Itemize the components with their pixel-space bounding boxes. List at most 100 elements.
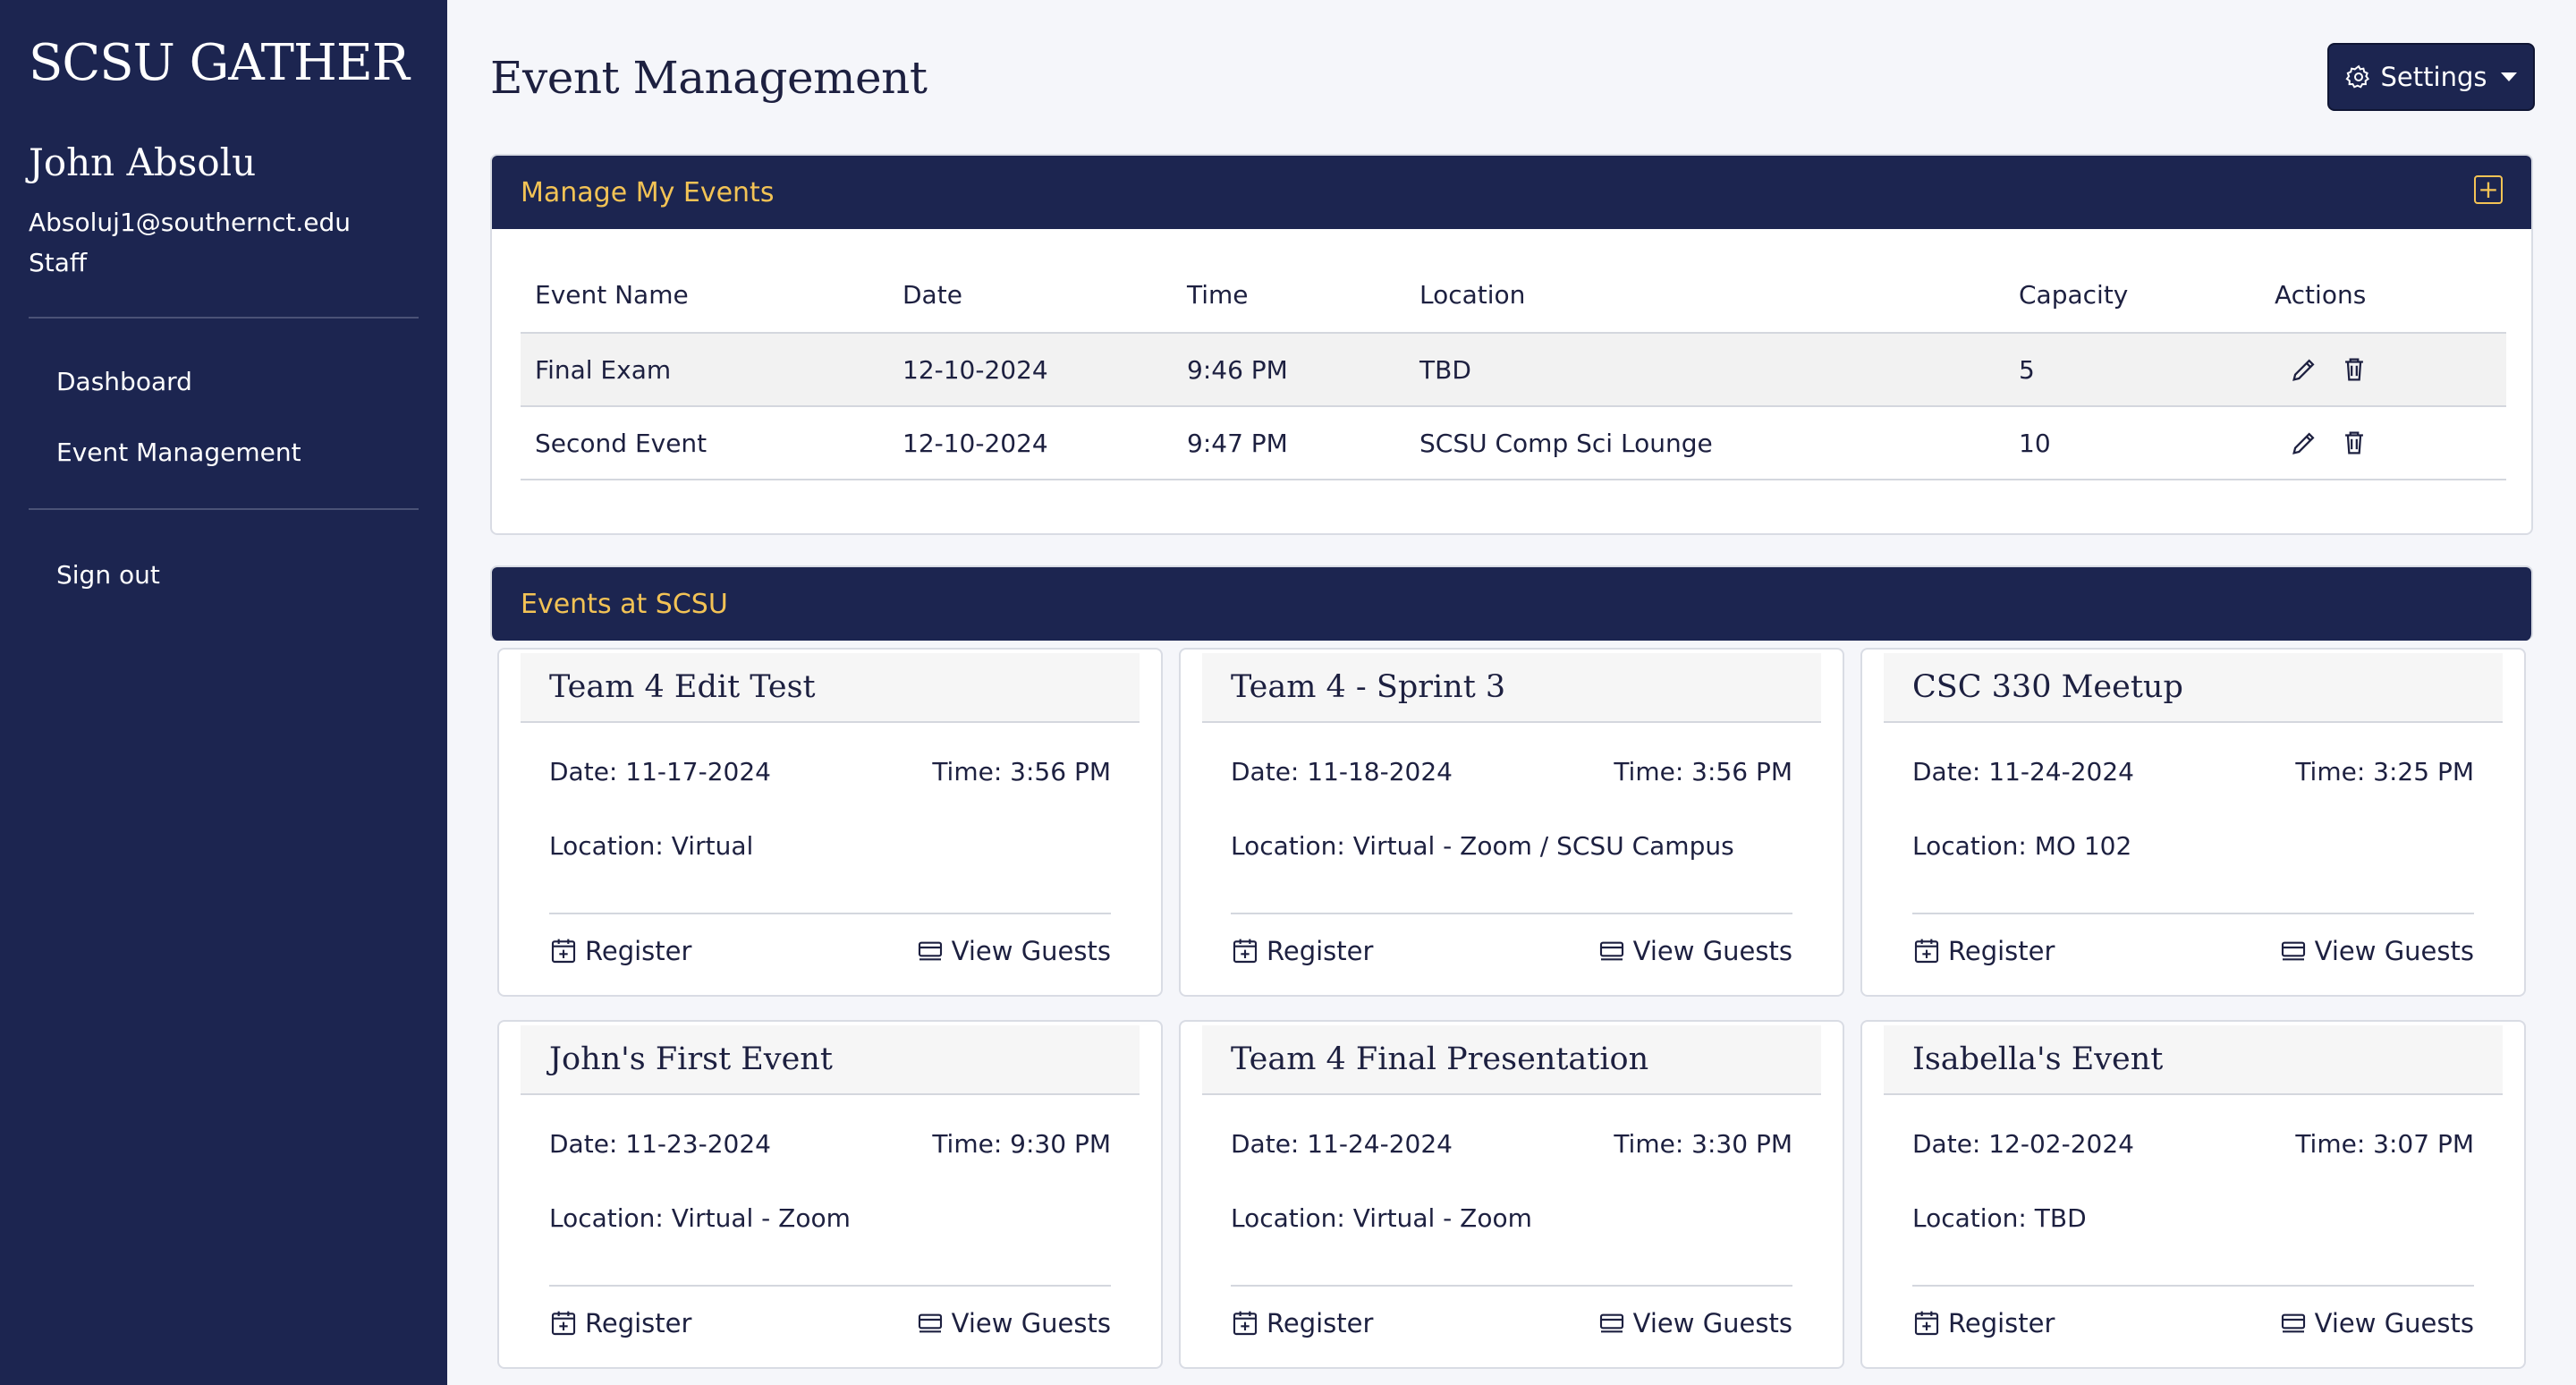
view-guests-label: View Guests [951, 1308, 1111, 1338]
events-at-scsu-panel: Events at SCSU [490, 565, 2533, 641]
main-content: Event Management Settings Manage My Even… [490, 0, 2535, 1369]
event-card-date: Date: 11-17-2024 [549, 757, 771, 786]
event-card: Team 4 - Sprint 3 Date: 11-18-2024 Time:… [1179, 648, 1844, 997]
cell-event-name: Final Exam [521, 333, 888, 407]
calendar-plus-icon [1233, 939, 1258, 964]
guest-list-icon [2281, 1313, 2305, 1333]
register-label: Register [585, 1308, 692, 1338]
event-card-title: Team 4 Final Presentation [1202, 1025, 1821, 1095]
column-header-date: Date [888, 258, 1173, 334]
event-card-title: Team 4 - Sprint 3 [1202, 653, 1821, 723]
settings-button[interactable]: Settings [2327, 43, 2535, 111]
pencil-icon[interactable] [2289, 428, 2319, 458]
view-guests-button[interactable]: View Guests [2279, 1308, 2474, 1338]
calendar-plus-icon [1233, 1311, 1258, 1336]
event-card-time: Time: 3:07 PM [2295, 1129, 2474, 1159]
sidebar: SCSU GATHER John Absolu Absoluj1@souther… [0, 0, 447, 1385]
guest-list-icon [918, 1313, 942, 1333]
sign-out-link[interactable]: Sign out [29, 560, 419, 590]
register-label: Register [1267, 936, 1374, 966]
sidebar-nav: Dashboard Event Management [29, 367, 419, 467]
event-card-location: Location: Virtual - Zoom [549, 1203, 851, 1233]
gear-icon [2344, 64, 2369, 89]
cell-actions [2260, 406, 2506, 480]
sidebar-divider [29, 508, 419, 510]
event-card: Team 4 Final Presentation Date: 11-24-20… [1179, 1020, 1844, 1369]
view-guests-button[interactable]: View Guests [2279, 936, 2474, 966]
register-button[interactable]: Register [549, 1308, 691, 1338]
cell-time: 9:46 PM [1173, 333, 1405, 407]
table-row: Final Exam 12-10-2024 9:46 PM TBD 5 [521, 333, 2506, 407]
page-title: Event Management [490, 52, 928, 104]
column-header-actions: Actions [2260, 258, 2506, 334]
event-card-time: Time: 3:25 PM [2295, 757, 2474, 786]
guest-list-icon [1599, 941, 1623, 961]
event-card-date: Date: 12-02-2024 [1912, 1129, 2134, 1159]
view-guests-label: View Guests [2314, 1308, 2474, 1338]
column-header-location: Location [1405, 258, 2004, 334]
event-card-time: Time: 3:56 PM [932, 757, 1111, 786]
event-card-location: Location: Virtual [549, 831, 754, 861]
register-label: Register [1948, 936, 2055, 966]
user-email: Absoluj1@southernct.edu [29, 208, 351, 237]
sidebar-item-dashboard[interactable]: Dashboard [56, 367, 419, 396]
view-guests-button[interactable]: View Guests [1597, 936, 1792, 966]
register-button[interactable]: Register [549, 936, 691, 966]
event-card: John's First Event Date: 11-23-2024 Time… [497, 1020, 1163, 1369]
event-card-location: Location: Virtual - Zoom [1231, 1203, 1532, 1233]
view-guests-button[interactable]: View Guests [1597, 1308, 1792, 1338]
column-header-time: Time [1173, 258, 1405, 334]
view-guests-button[interactable]: View Guests [916, 1308, 1111, 1338]
event-card-location: Location: TBD [1912, 1203, 2087, 1233]
cell-capacity: 5 [2004, 333, 2260, 407]
user-role: Staff [29, 248, 88, 277]
manage-events-panel: Manage My Events + Event Name Date Time … [490, 154, 2533, 535]
guest-list-icon [1599, 1313, 1623, 1333]
event-card-title: Team 4 Edit Test [521, 653, 1140, 723]
guest-list-icon [2281, 941, 2305, 961]
view-guests-button[interactable]: View Guests [916, 936, 1111, 966]
register-label: Register [585, 936, 692, 966]
event-card-date: Date: 11-24-2024 [1912, 757, 2134, 786]
sidebar-divider [29, 317, 419, 319]
add-event-icon[interactable]: + [2474, 175, 2503, 204]
pencil-icon[interactable] [2289, 354, 2319, 385]
manage-events-header: Manage My Events + [492, 156, 2531, 229]
event-card-time: Time: 9:30 PM [932, 1129, 1111, 1159]
event-card-location: Location: Virtual - Zoom / SCSU Campus [1231, 831, 1734, 861]
view-guests-label: View Guests [1632, 936, 1792, 966]
sidebar-item-event-management[interactable]: Event Management [56, 438, 419, 467]
event-card-time: Time: 3:56 PM [1614, 757, 1792, 786]
register-label: Register [1948, 1308, 2055, 1338]
event-card-location: Location: MO 102 [1912, 831, 2132, 861]
register-button[interactable]: Register [1231, 936, 1373, 966]
cell-actions [2260, 333, 2506, 407]
guest-list-icon [918, 941, 942, 961]
cell-date: 12-10-2024 [888, 406, 1173, 480]
event-card-title: Isabella's Event [1884, 1025, 2503, 1095]
chevron-down-icon [2501, 72, 2518, 81]
table-row: Second Event 12-10-2024 9:47 PM SCSU Com… [521, 406, 2506, 480]
events-at-scsu-header: Events at SCSU [492, 567, 2531, 641]
register-button[interactable]: Register [1912, 1308, 2055, 1338]
trash-icon[interactable] [2339, 428, 2369, 458]
manage-events-title: Manage My Events [521, 176, 775, 208]
calendar-plus-icon [551, 1311, 576, 1336]
register-button[interactable]: Register [1231, 1308, 1373, 1338]
trash-icon[interactable] [2339, 354, 2369, 385]
calendar-plus-icon [551, 939, 576, 964]
event-card: CSC 330 Meetup Date: 11-24-2024 Time: 3:… [1860, 648, 2526, 997]
cell-location: SCSU Comp Sci Lounge [1405, 406, 2004, 480]
brand-logo-text: SCSU GATHER [29, 34, 410, 92]
cell-capacity: 10 [2004, 406, 2260, 480]
table-header-row: Event Name Date Time Location Capacity A… [521, 258, 2506, 334]
event-card-time: Time: 3:30 PM [1614, 1129, 1792, 1159]
column-header-capacity: Capacity [2004, 258, 2260, 334]
event-card: Isabella's Event Date: 12-02-2024 Time: … [1860, 1020, 2526, 1369]
register-button[interactable]: Register [1912, 936, 2055, 966]
calendar-plus-icon [1914, 939, 1939, 964]
view-guests-label: View Guests [2314, 936, 2474, 966]
view-guests-label: View Guests [951, 936, 1111, 966]
column-header-event-name: Event Name [521, 258, 888, 334]
calendar-plus-icon [1914, 1311, 1939, 1336]
